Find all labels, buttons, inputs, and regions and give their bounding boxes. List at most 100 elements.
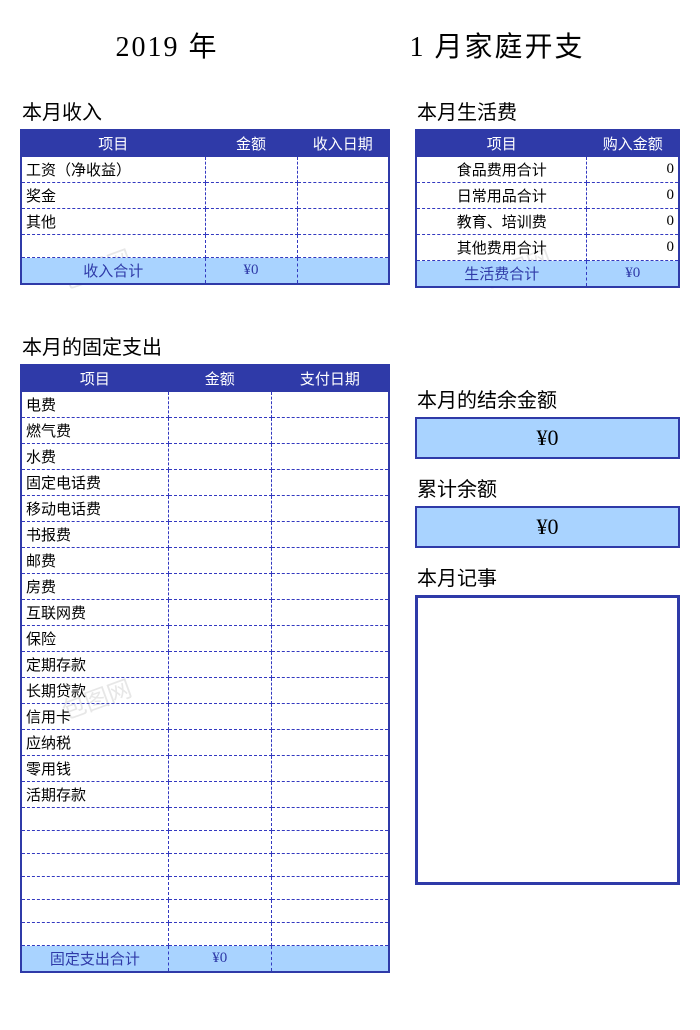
cell-date[interactable]	[271, 808, 389, 831]
cell-date[interactable]	[271, 877, 389, 900]
table-row	[21, 831, 389, 854]
table-row: 奖金	[21, 183, 389, 209]
cell-item[interactable]: 移动电话费	[21, 496, 168, 522]
cell-item[interactable]: 活期存款	[21, 782, 168, 808]
cell-amount[interactable]	[168, 392, 271, 418]
cell-amount[interactable]	[205, 157, 297, 183]
cell-date[interactable]	[271, 444, 389, 470]
table-row: 应纳税	[21, 730, 389, 756]
cell-date[interactable]	[297, 235, 389, 258]
cell-amount[interactable]: 0	[587, 235, 679, 261]
cell-amount[interactable]	[168, 854, 271, 877]
cell-amount[interactable]: 0	[587, 183, 679, 209]
cell-date[interactable]	[271, 782, 389, 808]
cell-amount[interactable]	[205, 183, 297, 209]
cell-item[interactable]	[21, 808, 168, 831]
cell-item[interactable]: 零用钱	[21, 756, 168, 782]
cell-date[interactable]	[271, 626, 389, 652]
cell-amount[interactable]	[168, 626, 271, 652]
fixed-heading: 本月的固定支出	[22, 331, 390, 360]
cell-item[interactable]: 其他费用合计	[416, 235, 587, 261]
cell-amount[interactable]	[168, 678, 271, 704]
cell-item[interactable]: 书报费	[21, 522, 168, 548]
cell-item[interactable]: 教育、培训费	[416, 209, 587, 235]
cell-date[interactable]	[271, 704, 389, 730]
cell-item[interactable]: 日常用品合计	[416, 183, 587, 209]
cell-date[interactable]	[271, 522, 389, 548]
cell-item[interactable]	[21, 854, 168, 877]
cell-item[interactable]	[21, 831, 168, 854]
cell-date[interactable]	[271, 470, 389, 496]
cell-date[interactable]	[271, 496, 389, 522]
cell-date[interactable]	[271, 600, 389, 626]
cell-amount[interactable]	[168, 756, 271, 782]
cell-item[interactable]: 工资（净收益）	[21, 157, 205, 183]
cell-amount[interactable]	[168, 600, 271, 626]
cell-date[interactable]	[271, 900, 389, 923]
cell-item[interactable]: 保险	[21, 626, 168, 652]
cell-amount[interactable]	[168, 900, 271, 923]
cell-date[interactable]	[297, 183, 389, 209]
cell-item[interactable]: 互联网费	[21, 600, 168, 626]
cell-date[interactable]	[271, 730, 389, 756]
cell-date[interactable]	[271, 652, 389, 678]
cell-item[interactable]	[21, 877, 168, 900]
cell-amount[interactable]	[205, 235, 297, 258]
cell-item[interactable]: 信用卡	[21, 704, 168, 730]
income-table: 项目 金额 收入日期 工资（净收益）奖金其他 收入合计 ¥0	[20, 129, 390, 285]
cell-amount[interactable]	[168, 730, 271, 756]
cell-amount[interactable]: 0	[587, 209, 679, 235]
cell-item[interactable]: 固定电话费	[21, 470, 168, 496]
cell-item[interactable]: 定期存款	[21, 652, 168, 678]
cell-amount[interactable]	[168, 652, 271, 678]
cell-amount[interactable]	[168, 522, 271, 548]
cell-amount[interactable]	[168, 704, 271, 730]
cell-date[interactable]	[297, 157, 389, 183]
cell-item[interactable]: 食品费用合计	[416, 157, 587, 183]
cell-item[interactable]	[21, 235, 205, 258]
cell-item[interactable]: 燃气费	[21, 418, 168, 444]
cell-date[interactable]	[271, 923, 389, 946]
cell-amount[interactable]	[168, 548, 271, 574]
cell-amount[interactable]	[168, 923, 271, 946]
cell-item[interactable]: 其他	[21, 209, 205, 235]
cell-item[interactable]: 邮费	[21, 548, 168, 574]
cell-amount[interactable]	[168, 444, 271, 470]
notes-box[interactable]	[415, 595, 680, 885]
cell-amount[interactable]	[168, 470, 271, 496]
cell-amount[interactable]	[168, 574, 271, 600]
cell-amount[interactable]: 0	[587, 157, 679, 183]
living-total-value: ¥0	[587, 261, 679, 288]
cell-item[interactable]: 电费	[21, 392, 168, 418]
cell-amount[interactable]	[168, 831, 271, 854]
cell-amount[interactable]	[168, 496, 271, 522]
cell-date[interactable]	[271, 831, 389, 854]
cell-date[interactable]	[271, 392, 389, 418]
cell-date[interactable]	[271, 418, 389, 444]
cell-item[interactable]: 水费	[21, 444, 168, 470]
cell-amount[interactable]	[205, 209, 297, 235]
table-row: 零用钱	[21, 756, 389, 782]
cell-amount[interactable]	[168, 808, 271, 831]
cell-item[interactable]	[21, 900, 168, 923]
cell-date[interactable]	[271, 854, 389, 877]
cell-amount[interactable]	[168, 418, 271, 444]
cell-item[interactable]: 长期贷款	[21, 678, 168, 704]
cell-date[interactable]	[271, 678, 389, 704]
cell-date[interactable]	[271, 574, 389, 600]
income-col-date: 收入日期	[297, 130, 389, 157]
cell-amount[interactable]	[168, 782, 271, 808]
cell-date[interactable]	[297, 209, 389, 235]
cell-amount[interactable]	[168, 877, 271, 900]
fixed-col-date: 支付日期	[271, 365, 389, 392]
cell-date[interactable]	[271, 756, 389, 782]
table-row	[21, 923, 389, 946]
table-row: 活期存款	[21, 782, 389, 808]
income-total-value: ¥0	[205, 258, 297, 285]
cell-item[interactable]: 奖金	[21, 183, 205, 209]
cell-item[interactable]	[21, 923, 168, 946]
cell-item[interactable]: 应纳税	[21, 730, 168, 756]
income-col-amount: 金额	[205, 130, 297, 157]
cell-date[interactable]	[271, 548, 389, 574]
cell-item[interactable]: 房费	[21, 574, 168, 600]
